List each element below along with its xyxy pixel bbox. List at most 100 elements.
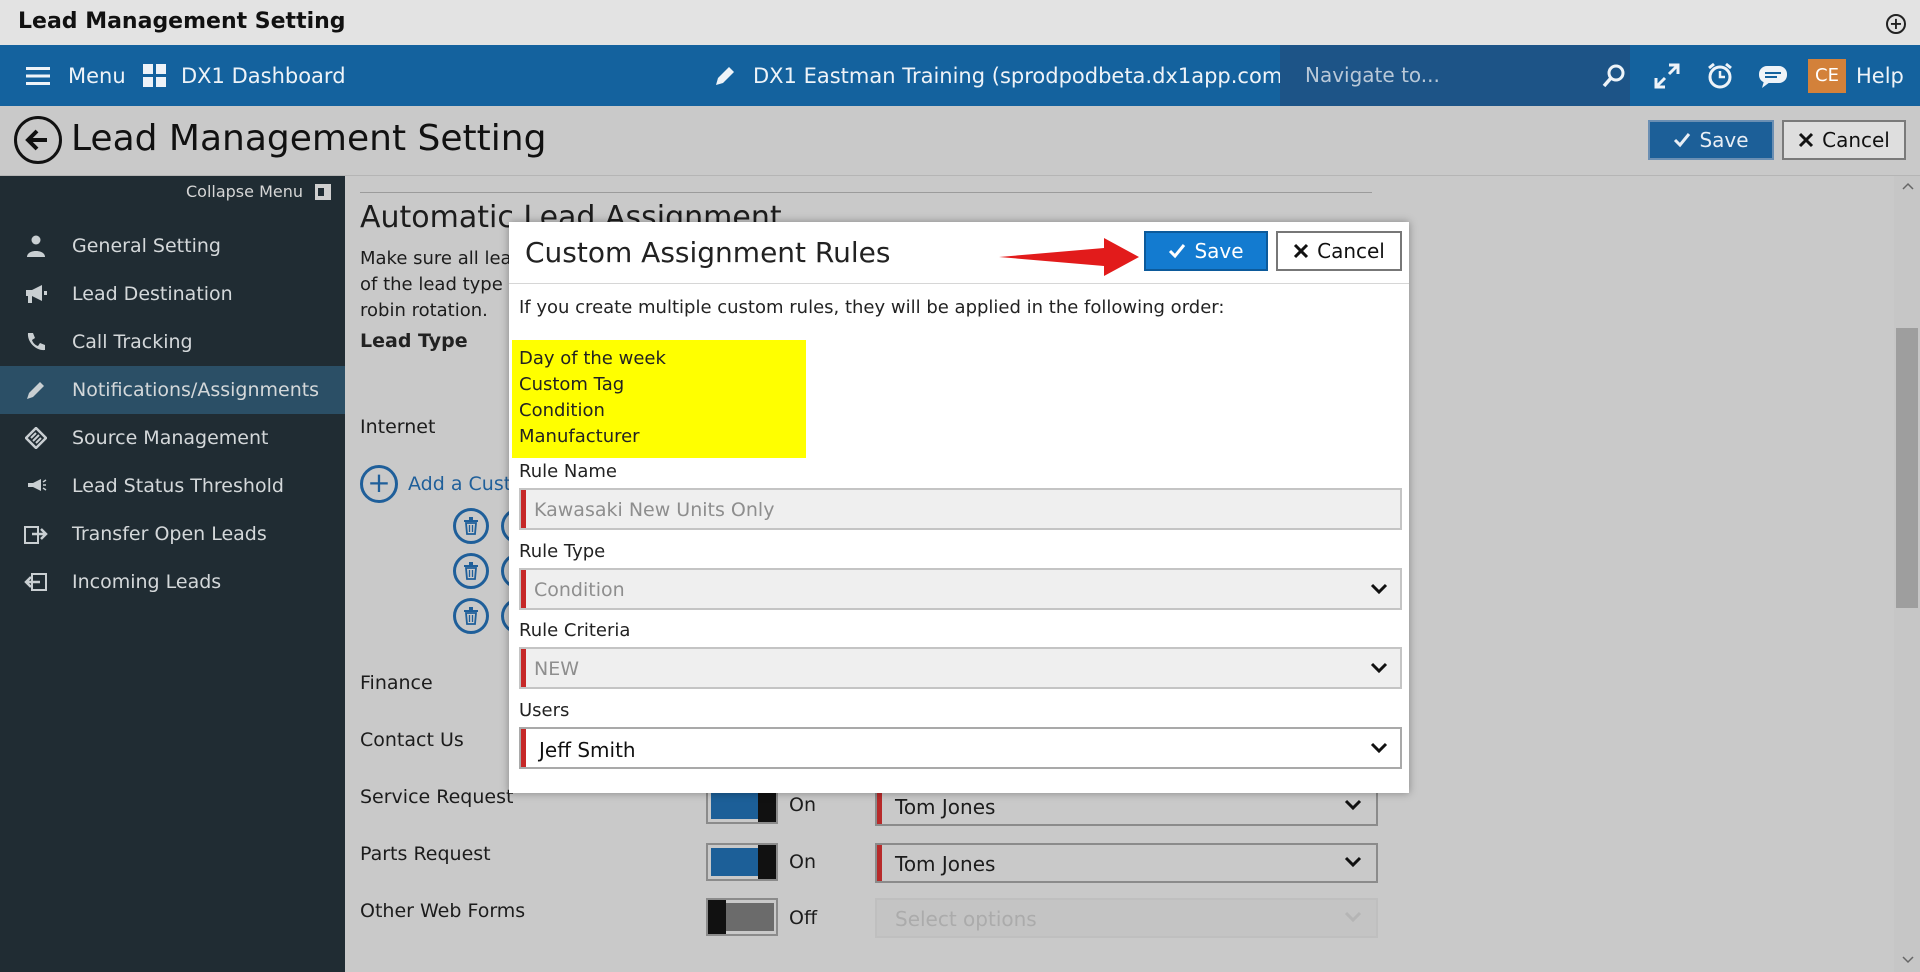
description-line: of the lead type a: [360, 274, 520, 295]
custom-assignment-rules-modal: Custom Assignment Rules Save Cancel If y…: [509, 222, 1409, 793]
sidebar-item-label: Lead Destination: [72, 283, 233, 305]
pencil-icon: [713, 64, 737, 88]
other-toggle-state: Off: [789, 907, 818, 929]
trash-icon: [464, 517, 478, 535]
users-value: Jeff Smith: [539, 738, 636, 762]
chat-icon[interactable]: [1758, 45, 1788, 106]
rule-name-value: Kawasaki New Units Only: [534, 499, 775, 521]
row-contact-us-label: Contact Us: [360, 729, 464, 751]
scroll-up-icon[interactable]: [1902, 182, 1914, 190]
modal-save-button[interactable]: Save: [1144, 231, 1268, 271]
sidebar-item-lead-status-threshold[interactable]: Lead Status Threshold: [0, 462, 345, 510]
lead-type-header: Lead Type: [360, 330, 468, 352]
sidebar-item-label: Call Tracking: [72, 331, 193, 353]
incoming-icon: [24, 570, 48, 594]
user-tie-icon: [24, 234, 48, 258]
section-description: Make sure all lead of the lead type a ro…: [360, 246, 530, 324]
site-selector[interactable]: DX1 Eastman Training (sprodpodbeta.dx1ap…: [713, 45, 1290, 106]
sidebar-item-label: Source Management: [72, 427, 269, 449]
rule-order-item: Custom Tag: [519, 374, 625, 395]
modal-header: Custom Assignment Rules Save Cancel: [509, 222, 1409, 284]
modal-cancel-button[interactable]: Cancel: [1276, 231, 1402, 271]
add-icon[interactable]: +: [1886, 14, 1906, 34]
rule-order-info: If you create multiple custom rules, the…: [519, 297, 1225, 318]
rule-name-input[interactable]: Kawasaki New Units Only: [519, 488, 1402, 530]
menu-button[interactable]: Menu: [26, 45, 126, 106]
sidebar-item-label: Notifications/Assignments: [72, 379, 320, 401]
rule-criteria-value: NEW: [534, 658, 580, 680]
select-value: Tom Jones: [895, 795, 996, 819]
window-title: Lead Management Setting: [18, 9, 346, 34]
window-title-bar: Lead Management Setting +: [0, 0, 1920, 45]
scrollbar-thumb[interactable]: [1896, 328, 1918, 608]
sidebar-item-lead-destination[interactable]: Lead Destination: [0, 270, 345, 318]
alarm-clock-icon[interactable]: [1706, 45, 1734, 106]
arrow-left-icon: [25, 129, 47, 151]
sidebar-item-call-tracking[interactable]: Call Tracking: [0, 318, 345, 366]
vertical-scrollbar[interactable]: [1894, 176, 1920, 972]
row-other-web-forms-label: Other Web Forms: [360, 900, 526, 922]
chevron-down-icon: [1370, 583, 1388, 595]
fullscreen-icon[interactable]: [1654, 45, 1680, 106]
sidebar-item-label: Incoming Leads: [72, 571, 222, 593]
header-save-button[interactable]: Save: [1648, 120, 1774, 160]
site-label: DX1 Eastman Training (sprodpodbeta.dx1ap…: [753, 63, 1291, 88]
user-avatar[interactable]: CE: [1808, 59, 1846, 93]
row-finance-label: Finance: [360, 672, 433, 694]
chevron-down-icon: [1344, 856, 1362, 868]
users-select[interactable]: Jeff Smith: [519, 727, 1402, 769]
delete-rule-button[interactable]: [453, 598, 489, 634]
other-web-forms-toggle[interactable]: [706, 898, 778, 936]
back-button[interactable]: [14, 116, 62, 164]
parts-request-user-select[interactable]: Tom Jones: [875, 843, 1378, 883]
chevron-down-icon: [1370, 662, 1388, 674]
collapse-menu-label: Collapse Menu: [185, 182, 303, 201]
search-placeholder: Navigate to...: [1305, 63, 1440, 87]
transfer-icon: [24, 522, 48, 546]
rule-criteria-label: Rule Criteria: [519, 620, 631, 641]
sidebar-item-label: General Setting: [72, 235, 221, 257]
sidebar-item-transfer-open-leads[interactable]: Transfer Open Leads: [0, 510, 345, 558]
select-value: Tom Jones: [895, 852, 996, 876]
search-icon[interactable]: [1602, 45, 1626, 106]
sidebar: Collapse Menu General Setting Lead Desti…: [0, 176, 345, 972]
rule-criteria-select[interactable]: NEW: [519, 647, 1402, 689]
close-icon: [1799, 132, 1814, 148]
collapse-icon: [315, 183, 331, 200]
help-link[interactable]: Help: [1856, 45, 1904, 106]
delete-rule-button[interactable]: [453, 553, 489, 589]
rule-name-label: Rule Name: [519, 461, 618, 482]
trash-icon: [464, 607, 478, 625]
rule-type-select[interactable]: Condition: [519, 568, 1402, 610]
check-icon: [1674, 133, 1691, 148]
description-line: robin rotation.: [360, 300, 488, 321]
parts-toggle-state: On: [789, 851, 816, 873]
rule-order-item: Condition: [519, 400, 605, 421]
sidebar-item-source-management[interactable]: Source Management: [0, 414, 345, 462]
modal-title: Custom Assignment Rules: [525, 236, 891, 269]
collapse-menu-button[interactable]: Collapse Menu: [186, 182, 331, 201]
add-custom-rule-button[interactable]: + Add a Custo: [360, 465, 523, 503]
delete-rule-button[interactable]: [453, 508, 489, 544]
users-label: Users: [519, 700, 570, 721]
sidebar-item-notifications-assignments[interactable]: Notifications/Assignments: [0, 366, 345, 414]
red-arrow-annotation: [999, 238, 1139, 276]
sidebar-item-incoming-leads[interactable]: Incoming Leads: [0, 558, 345, 606]
other-web-forms-user-select[interactable]: Select options: [875, 898, 1378, 938]
parts-request-toggle[interactable]: [706, 843, 778, 881]
bullhorn-icon: [24, 474, 48, 498]
check-icon: [1169, 244, 1186, 259]
modal-cancel-label: Cancel: [1317, 239, 1385, 263]
scroll-down-icon[interactable]: [1902, 956, 1914, 964]
page-title: Lead Management Setting: [71, 118, 547, 159]
tag-icon: [24, 426, 48, 450]
dashboard-link[interactable]: DX1 Dashboard: [143, 45, 346, 106]
add-custom-label: Add a Custo: [408, 473, 523, 495]
sidebar-item-general-setting[interactable]: General Setting: [0, 222, 345, 270]
sidebar-item-label: Lead Status Threshold: [72, 475, 284, 497]
trash-icon: [464, 562, 478, 580]
divider: [360, 192, 1372, 193]
header-cancel-button[interactable]: Cancel: [1782, 120, 1906, 160]
navigate-search-input[interactable]: Navigate to...: [1280, 45, 1630, 106]
chevron-down-icon: [1344, 911, 1362, 923]
